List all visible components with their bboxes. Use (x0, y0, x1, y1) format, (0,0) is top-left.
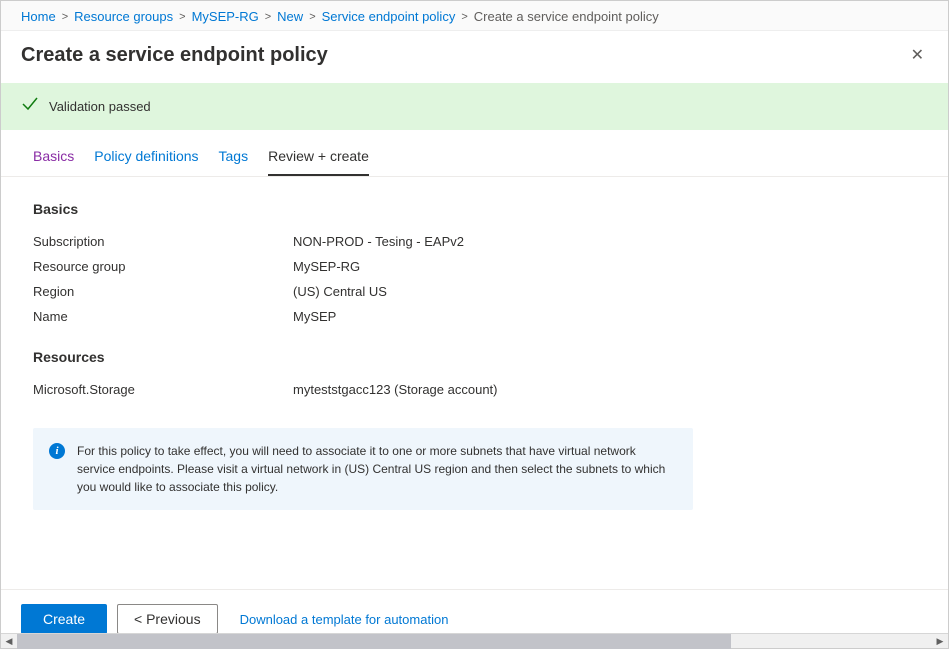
info-box: i For this policy to take effect, you wi… (33, 428, 693, 510)
label-microsoft-storage: Microsoft.Storage (33, 382, 293, 397)
scrollbar-thumb[interactable] (17, 634, 731, 649)
info-icon: i (49, 443, 65, 459)
chevron-right-icon: > (62, 11, 68, 23)
chevron-right-icon: > (309, 11, 315, 23)
row-region: Region (US) Central US (33, 279, 916, 304)
row-microsoft-storage: Microsoft.Storage myteststgacc123 (Stora… (33, 377, 916, 402)
breadcrumb: Home > Resource groups > MySEP-RG > New … (1, 1, 948, 31)
value-resource-group: MySEP-RG (293, 259, 360, 274)
section-title-basics: Basics (33, 201, 916, 217)
tab-policy-definitions[interactable]: Policy definitions (94, 148, 198, 176)
value-subscription: NON-PROD - Tesing - EAPv2 (293, 234, 464, 249)
tab-tags[interactable]: Tags (219, 148, 249, 176)
validation-text: Validation passed (49, 99, 151, 114)
value-region: (US) Central US (293, 284, 387, 299)
chevron-right-icon: > (461, 11, 467, 23)
scrollbar-track[interactable] (17, 634, 932, 649)
chevron-right-icon: > (179, 11, 185, 23)
download-template-link[interactable]: Download a template for automation (240, 612, 449, 627)
page-header: Create a service endpoint policy ✕ (1, 31, 948, 83)
value-name: MySEP (293, 309, 336, 324)
content-area: Basics Subscription NON-PROD - Tesing - … (1, 177, 948, 589)
breadcrumb-mysep-rg[interactable]: MySEP-RG (192, 9, 259, 24)
breadcrumb-resource-groups[interactable]: Resource groups (74, 9, 173, 24)
page-title: Create a service endpoint policy (21, 44, 328, 67)
tabs: Basics Policy definitions Tags Review + … (1, 130, 948, 177)
checkmark-icon (21, 95, 39, 118)
row-name: Name MySEP (33, 304, 916, 329)
section-title-resources: Resources (33, 349, 916, 365)
chevron-right-icon: > (265, 11, 271, 23)
horizontal-scrollbar[interactable]: ◀ ▶ (1, 633, 948, 648)
tab-review-create[interactable]: Review + create (268, 148, 369, 176)
scroll-right-icon[interactable]: ▶ (932, 634, 948, 649)
label-region: Region (33, 284, 293, 299)
row-resource-group: Resource group MySEP-RG (33, 254, 916, 279)
close-icon[interactable]: ✕ (907, 41, 928, 69)
breadcrumb-new[interactable]: New (277, 9, 303, 24)
label-name: Name (33, 309, 293, 324)
create-button[interactable]: Create (21, 604, 107, 634)
breadcrumb-home[interactable]: Home (21, 9, 56, 24)
value-microsoft-storage: myteststgacc123 (Storage account) (293, 382, 498, 397)
label-resource-group: Resource group (33, 259, 293, 274)
label-subscription: Subscription (33, 234, 293, 249)
previous-button[interactable]: < Previous (117, 604, 218, 634)
scroll-left-icon[interactable]: ◀ (1, 634, 17, 649)
tab-basics[interactable]: Basics (33, 148, 74, 176)
validation-bar: Validation passed (1, 83, 948, 130)
info-text: For this policy to take effect, you will… (77, 442, 677, 496)
breadcrumb-service-endpoint-policy[interactable]: Service endpoint policy (322, 9, 456, 24)
breadcrumb-current: Create a service endpoint policy (474, 9, 659, 24)
row-subscription: Subscription NON-PROD - Tesing - EAPv2 (33, 229, 916, 254)
